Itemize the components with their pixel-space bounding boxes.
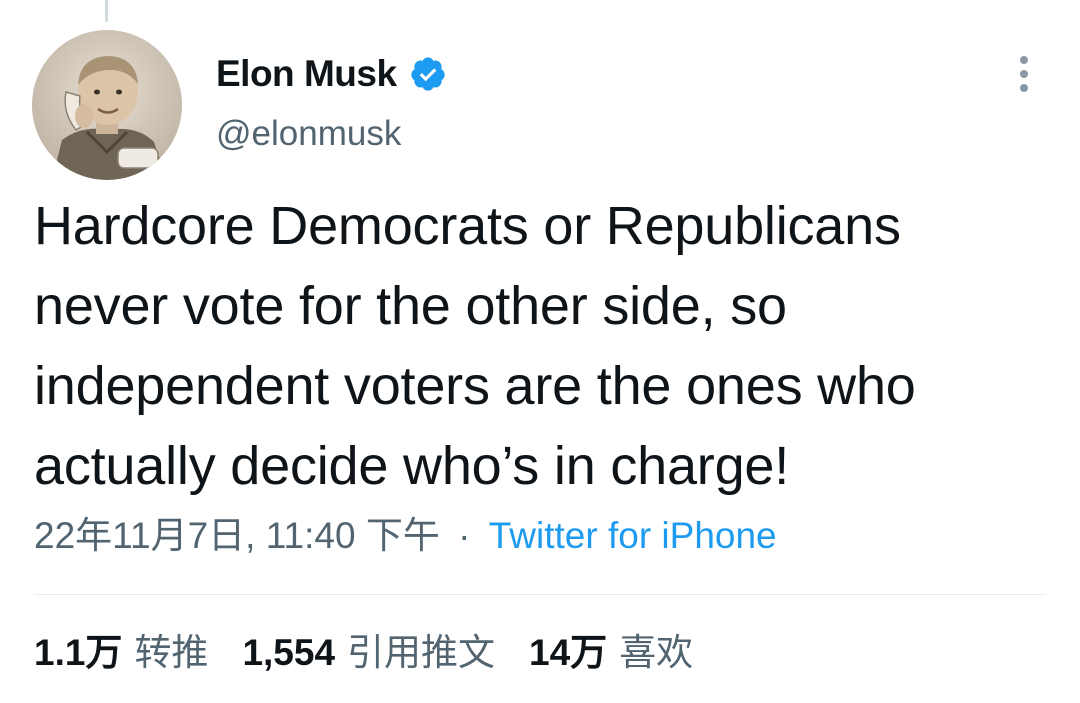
retweets-stat[interactable]: 1.1万 转推 [34, 628, 208, 678]
retweets-label: 转推 [134, 632, 209, 673]
avatar[interactable] [32, 30, 182, 180]
tweet-source-link[interactable]: Twitter for iPhone [489, 515, 777, 556]
meta-separator: · [458, 515, 471, 556]
thread-connector-line [105, 0, 108, 22]
avatar-image [32, 30, 182, 180]
more-options-icon[interactable] [1006, 52, 1042, 96]
author-name-row[interactable]: Elon Musk [216, 50, 447, 98]
likes-stat[interactable]: 14万 喜欢 [529, 628, 693, 678]
more-dot [1020, 84, 1028, 92]
tweet-meta: 22年11月7日, 11:40 下午 · Twitter for iPhone [34, 512, 777, 560]
tweet-timestamp[interactable]: 22年11月7日, 11:40 下午 [34, 515, 440, 556]
engagement-stats: 1.1万 转推 1,554 引用推文 14万 喜欢 [34, 628, 727, 678]
author-handle[interactable]: @elonmusk [216, 114, 401, 154]
verified-badge-icon [409, 55, 447, 93]
likes-count: 14万 [529, 632, 608, 673]
more-dot [1020, 70, 1028, 78]
quotes-stat[interactable]: 1,554 引用推文 [242, 628, 495, 678]
divider [34, 594, 1046, 595]
likes-label: 喜欢 [619, 632, 694, 673]
retweets-count: 1.1万 [34, 632, 123, 673]
quotes-label: 引用推文 [347, 632, 496, 673]
author-display-name[interactable]: Elon Musk [216, 53, 397, 95]
more-dot [1020, 56, 1028, 64]
tweet-text: Hardcore Democrats or Republicans never … [34, 196, 916, 496]
quotes-count: 1,554 [242, 632, 336, 673]
